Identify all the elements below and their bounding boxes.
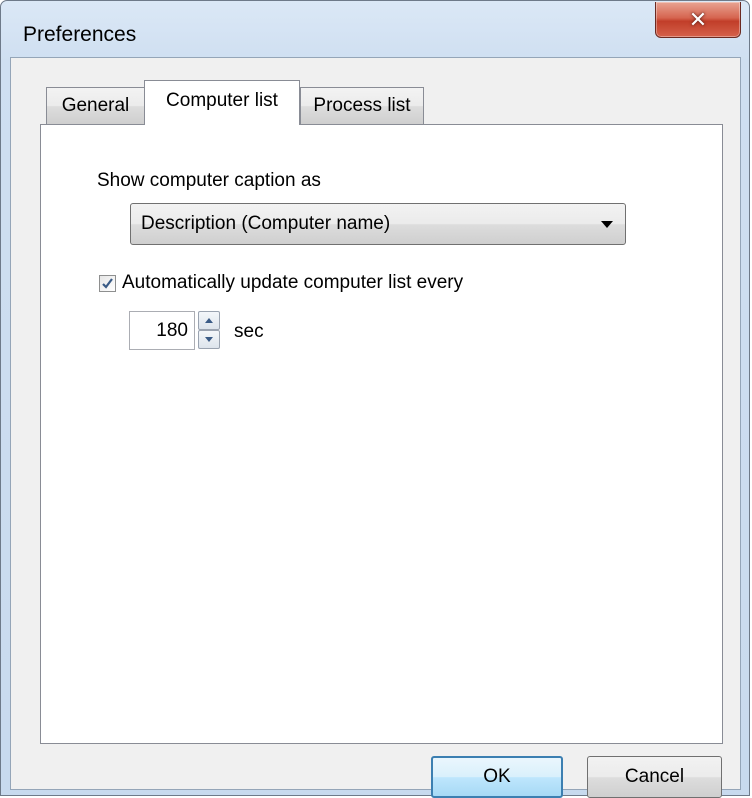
auto-update-checkbox[interactable] (99, 275, 116, 292)
tab-general[interactable]: General (46, 87, 145, 124)
close-button[interactable]: ✕ (655, 2, 741, 38)
arrow-up-icon (205, 318, 213, 323)
tab-computer-list[interactable]: Computer list (144, 80, 300, 125)
ok-button[interactable]: OK (431, 756, 563, 798)
caption-label: Show computer caption as (97, 170, 321, 191)
cancel-button[interactable]: Cancel (587, 756, 722, 798)
preferences-window: Preferences ✕ General Computer list Proc… (0, 0, 750, 798)
arrow-down-icon (205, 337, 213, 342)
checkmark-icon (102, 278, 113, 289)
chevron-down-icon (601, 221, 613, 228)
window-title: Preferences (23, 23, 137, 46)
caption-select-value: Description (Computer name) (141, 213, 391, 234)
interval-unit-label: sec (234, 321, 264, 342)
spin-down-button[interactable] (198, 330, 220, 349)
spin-up-button[interactable] (198, 311, 220, 330)
close-icon: ✕ (688, 6, 708, 32)
interval-input[interactable]: 180 (129, 311, 195, 350)
tab-panel-computer-list: Show computer caption as Description (Co… (40, 124, 723, 744)
interval-value: 180 (156, 320, 188, 341)
dialog-client-area: General Computer list Process list Show … (10, 57, 741, 798)
tab-process-list[interactable]: Process list (300, 87, 424, 124)
caption-select[interactable]: Description (Computer name) (130, 203, 626, 245)
auto-update-label[interactable]: Automatically update computer list every (122, 272, 463, 294)
